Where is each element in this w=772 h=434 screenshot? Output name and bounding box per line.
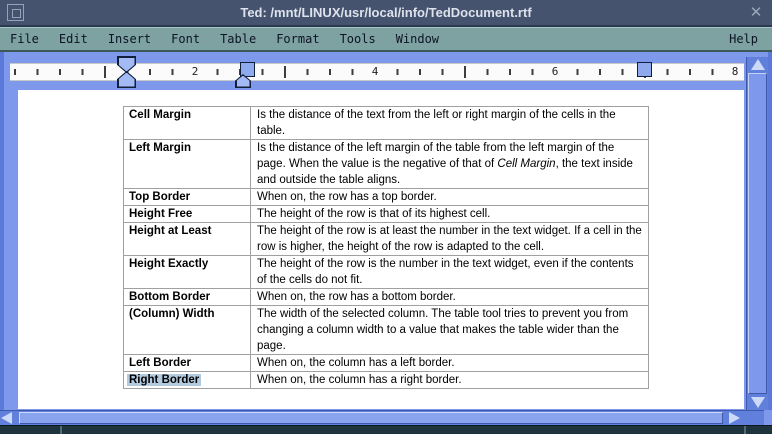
arrow-down-icon <box>751 397 765 408</box>
scroll-up-button[interactable] <box>747 57 768 72</box>
term-cell: Top Border <box>124 189 251 205</box>
frame-resize-notch <box>744 426 746 434</box>
desc-cell: When on, the column has a right border. <box>251 372 649 388</box>
title-bar[interactable]: Ted: /mnt/LINUX/usr/local/info/TedDocume… <box>0 0 772 27</box>
menu-edit[interactable]: Edit <box>49 29 98 49</box>
term-cell: Height Exactly <box>124 256 251 288</box>
desc-cell: The height of the row is that of its hig… <box>251 206 649 222</box>
term-cell: Left Margin <box>124 140 251 188</box>
desc-cell: The height of the row is at least the nu… <box>251 223 649 255</box>
table-row: Height Free The height of the row is tha… <box>124 206 649 223</box>
desc-cell: Is the distance of the left margin of th… <box>251 140 649 188</box>
help-table: Cell Margin Is the distance of the text … <box>123 106 649 389</box>
window-right-border <box>768 52 772 410</box>
selected-text: Right Border <box>127 374 201 386</box>
menu-table[interactable]: Table <box>210 29 266 49</box>
menu-font[interactable]: Font <box>161 29 210 49</box>
horizontal-scrollbar-thumb[interactable] <box>19 412 723 424</box>
horizontal-scrollbar[interactable] <box>0 410 764 425</box>
desc-cell: When on, the column has a left border. <box>251 355 649 371</box>
menu-help[interactable]: Help <box>719 29 768 49</box>
desc-cell: Is the distance of the text from the lef… <box>251 107 649 139</box>
ruler-tick-inch-5 <box>464 66 466 78</box>
table-row: Top Border When on, the row has a top bo… <box>124 189 649 206</box>
term-cell: Height Free <box>124 206 251 222</box>
vertical-scrollbar-thumb[interactable] <box>748 73 767 394</box>
table-row: (Column) Width The width of the selected… <box>124 306 649 355</box>
ted-application-window: Ted: /mnt/LINUX/usr/local/info/TedDocume… <box>0 0 772 434</box>
close-icon[interactable]: ✕ <box>747 3 765 22</box>
scroll-down-button[interactable] <box>747 395 768 410</box>
right-indent-marker[interactable] <box>637 62 652 77</box>
window-left-border <box>0 52 4 410</box>
desc-cell: When on, the row has a top border. <box>251 189 649 205</box>
term-cell: Bottom Border <box>124 289 251 305</box>
desc-cell: When on, the row has a bottom border. <box>251 289 649 305</box>
table-row: Height at Least The height of the row is… <box>124 223 649 256</box>
menu-format[interactable]: Format <box>266 29 329 49</box>
scroll-left-button[interactable] <box>1 411 18 425</box>
menu-file[interactable]: File <box>0 29 49 49</box>
term-cell: Left Border <box>124 355 251 371</box>
term-cell: (Column) Width <box>124 306 251 354</box>
table-row: Bottom Border When on, the row has a bot… <box>124 289 649 306</box>
document-page[interactable]: Cell Margin Is the distance of the text … <box>18 90 744 409</box>
table-row: Left Margin Is the distance of the left … <box>124 140 649 189</box>
frame-resize-notch <box>60 426 62 434</box>
scroll-right-button[interactable] <box>729 411 746 425</box>
menu-insert[interactable]: Insert <box>98 29 161 49</box>
table-row: Left Border When on, the column has a le… <box>124 355 649 372</box>
term-cell: Right Border <box>124 372 251 388</box>
table-row: Cell Margin Is the distance of the text … <box>124 107 649 140</box>
arrow-right-icon <box>729 412 740 424</box>
menu-window[interactable]: Window <box>386 29 449 49</box>
table-row: Right Border When on, the column has a r… <box>124 372 649 389</box>
menu-bar: File Edit Insert Font Table Format Tools… <box>0 27 772 52</box>
menu-tools[interactable]: Tools <box>330 29 386 49</box>
ruler-tick-inch-3 <box>284 66 286 78</box>
arrow-left-icon <box>1 412 12 424</box>
table-row: Height Exactly The height of the row is … <box>124 256 649 289</box>
ruler-number-2: 2 <box>188 65 203 79</box>
italic-reference: Cell Margin <box>497 158 555 170</box>
window-bottom-frame[interactable] <box>0 425 772 434</box>
arrow-up-icon <box>751 59 765 70</box>
ruler-number-4: 4 <box>368 65 383 79</box>
desc-cell: The height of the row is the number in t… <box>251 256 649 288</box>
window-title: Ted: /mnt/LINUX/usr/local/info/TedDocume… <box>0 0 772 25</box>
ruler-number-8: 8 <box>728 65 743 79</box>
term-cell: Height at Least <box>124 223 251 255</box>
desc-cell: The width of the selected column. The ta… <box>251 306 649 354</box>
ruler-tick-inch-1 <box>104 66 106 78</box>
term-cell: Cell Margin <box>124 107 251 139</box>
vertical-scrollbar[interactable] <box>746 57 768 410</box>
ruler-number-6: 6 <box>548 65 563 79</box>
